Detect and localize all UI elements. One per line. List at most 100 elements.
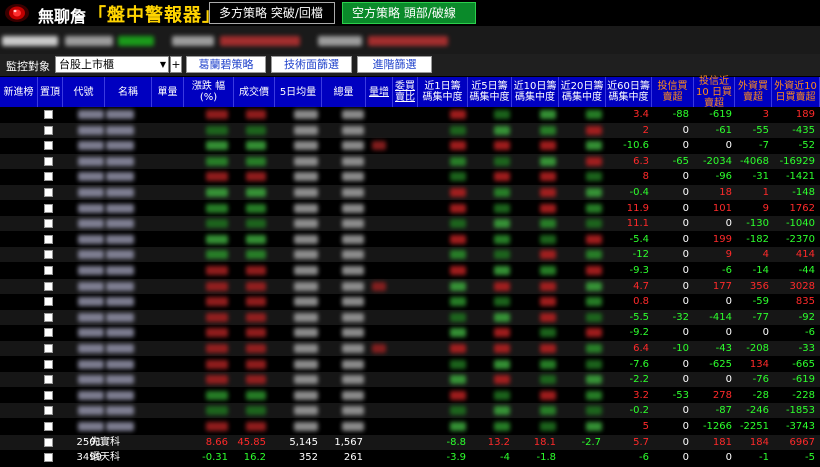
add-market-button[interactable]: + bbox=[170, 56, 182, 73]
pin-checkbox[interactable] bbox=[44, 328, 53, 338]
foreign-10d-net-buy: -92 bbox=[798, 311, 815, 323]
pin-checkbox[interactable] bbox=[44, 125, 53, 135]
pin-checkbox[interactable] bbox=[44, 390, 53, 400]
short-strategy-button[interactable]: 空方策略 頭部/破線 bbox=[342, 2, 476, 24]
foreign-10d-net-buy: -1421 bbox=[785, 171, 815, 183]
column-header[interactable]: 5日均量 bbox=[275, 77, 322, 107]
foreign-10d-net-buy: -665 bbox=[792, 358, 815, 370]
column-header[interactable]: 總量 bbox=[322, 77, 366, 107]
blurred-cell bbox=[494, 203, 510, 213]
table-row[interactable]: -10.6 0 0 -7 -52 bbox=[0, 138, 820, 153]
table-row[interactable]: 4.7 0 177 356 3028 bbox=[0, 278, 820, 294]
column-header[interactable]: 近20日籌 碼集中度 bbox=[559, 77, 606, 107]
table-row[interactable]: 3499 環天科 -0.31 16.2 352 261 -3.9 -4 -1.8 -6 0 0 -1 -5 bbox=[0, 450, 820, 465]
pin-checkbox[interactable] bbox=[44, 234, 53, 244]
blurred-cell bbox=[342, 297, 364, 307]
table-row[interactable]: 11.9 0 101 9 1762 bbox=[0, 201, 820, 216]
table-row[interactable]: 8 0 -96 -31 -1421 bbox=[0, 169, 820, 184]
pin-checkbox[interactable] bbox=[44, 172, 53, 182]
table-row[interactable]: -0.4 0 18 1 -148 bbox=[0, 185, 820, 200]
trust-10d-net-buy: -96 bbox=[715, 171, 732, 183]
pin-checkbox[interactable] bbox=[44, 203, 53, 213]
table-row[interactable]: 11.1 0 0 -130 -1040 bbox=[0, 216, 820, 232]
monitor-label: 監控對象 bbox=[6, 60, 50, 73]
blurred-cell bbox=[246, 172, 266, 182]
chip-1d: -3.9 bbox=[446, 452, 466, 464]
column-header[interactable]: 投信近10 日買賣超 bbox=[694, 76, 735, 109]
pin-checkbox[interactable] bbox=[44, 406, 53, 416]
column-header[interactable]: 近10日籌 碼集中度 bbox=[512, 77, 559, 107]
pin-checkbox[interactable] bbox=[44, 359, 53, 369]
chip-60d: 5 bbox=[642, 421, 649, 432]
column-header[interactable]: 量增 bbox=[366, 77, 393, 107]
column-header[interactable]: 近1日籌 碼集中度 bbox=[418, 77, 468, 107]
trust-10d-net-buy: 177 bbox=[712, 280, 732, 292]
blurred-cell bbox=[540, 390, 556, 400]
table-row[interactable]: 0.8 0 0 -59 835 bbox=[0, 294, 820, 309]
chip-60d: 11.1 bbox=[626, 218, 649, 230]
pin-checkbox[interactable] bbox=[44, 297, 53, 307]
foreign-10d-net-buy: -619 bbox=[792, 374, 815, 386]
pin-checkbox[interactable] bbox=[44, 219, 53, 229]
pin-checkbox[interactable] bbox=[44, 422, 53, 431]
table-row[interactable]: 2 0 -61 -55 -435 bbox=[0, 122, 820, 138]
blurred-cell bbox=[342, 266, 364, 275]
table-row[interactable]: 2501 先實科 8.66 45.85 5,145 1,567 -8.8 13.2 18.1 -2… bbox=[0, 434, 820, 450]
table-row[interactable]: 3.2 -53 278 -28 -228 bbox=[0, 388, 820, 403]
column-header[interactable]: 近5日籌 碼集中度 bbox=[468, 77, 512, 107]
long-strategy-button[interactable]: 多方策略 突破/回檔 bbox=[209, 2, 335, 24]
pin-checkbox[interactable] bbox=[44, 344, 53, 353]
column-header[interactable]: 投信買 賣超 bbox=[652, 77, 694, 107]
table-row[interactable]: 6.4 -10 -43 -208 -33 bbox=[0, 341, 820, 356]
pin-checkbox[interactable] bbox=[44, 375, 53, 385]
table-row[interactable]: 3.4 -88 -619 3 189 bbox=[0, 107, 820, 122]
blurred-cell bbox=[586, 328, 602, 338]
granville-strategy-button[interactable]: 葛蘭碧策略 bbox=[186, 56, 266, 73]
table-row[interactable]: -9.2 0 0 0 -6 bbox=[0, 325, 820, 340]
column-header[interactable]: 外資買 賣超 bbox=[735, 77, 772, 107]
foreign-net-buy: 356 bbox=[749, 280, 769, 292]
pin-checkbox[interactable] bbox=[44, 250, 53, 260]
column-header[interactable]: 名稱 bbox=[105, 77, 152, 107]
blurred-cell bbox=[246, 359, 266, 369]
table-row[interactable]: -0.2 0 -87 -246 -1853 bbox=[0, 403, 820, 419]
column-header[interactable]: 代號 bbox=[63, 77, 105, 107]
pin-checkbox[interactable] bbox=[44, 188, 53, 197]
column-header[interactable]: 外資近10 日買賣超 bbox=[772, 77, 820, 107]
column-header[interactable]: 置頂 bbox=[38, 77, 63, 107]
table-row[interactable]: -2.2 0 0 -76 -619 bbox=[0, 372, 820, 388]
foreign-net-buy: 184 bbox=[749, 436, 769, 448]
pin-checkbox[interactable] bbox=[44, 156, 53, 166]
pin-checkbox[interactable] bbox=[44, 266, 53, 275]
pin-checkbox[interactable] bbox=[44, 437, 53, 447]
blurred-cell bbox=[78, 375, 104, 385]
table-row[interactable]: -5.5 -32 -414 -77 -92 bbox=[0, 309, 820, 325]
table-row[interactable]: 6.3 -65 -2034 -4068 -16929 bbox=[0, 153, 820, 169]
technical-filter-button[interactable]: 技術面篩選 bbox=[271, 56, 352, 73]
blurred-cell bbox=[294, 110, 318, 119]
table-row[interactable]: -5.4 0 199 -182 -2370 bbox=[0, 232, 820, 247]
table-row[interactable]: 5 0 -1266 -2251 -3743 bbox=[0, 419, 820, 434]
table-row[interactable]: -7.6 0 -625 134 -665 bbox=[0, 357, 820, 372]
chip-60d: -5.5 bbox=[629, 311, 649, 323]
table-row[interactable]: -12 0 9 4 414 bbox=[0, 247, 820, 263]
column-header[interactable]: 近60日籌 碼集中度 bbox=[606, 77, 652, 107]
pin-checkbox[interactable] bbox=[44, 281, 53, 291]
market-select[interactable]: 台股上市櫃 ▼ bbox=[55, 56, 169, 73]
table-row[interactable]: -9.3 0 -6 -14 -44 bbox=[0, 263, 820, 278]
column-header[interactable]: 新進榜 bbox=[0, 77, 38, 107]
foreign-net-buy: -14 bbox=[752, 265, 769, 276]
trade-price: 16.2 bbox=[243, 452, 266, 464]
column-header[interactable]: 漲跌 幅 (%) bbox=[184, 77, 234, 107]
trust-net-buy: 0 bbox=[682, 171, 689, 183]
column-header[interactable]: 單量 bbox=[152, 77, 184, 107]
pin-checkbox[interactable] bbox=[44, 312, 53, 322]
advanced-filter-button[interactable]: 進階篩選 bbox=[357, 56, 432, 73]
pin-checkbox[interactable] bbox=[44, 141, 53, 151]
blurred-cell bbox=[206, 297, 228, 307]
pin-checkbox[interactable] bbox=[44, 453, 53, 463]
pin-checkbox[interactable] bbox=[44, 110, 53, 119]
column-header[interactable]: 成交價 bbox=[234, 77, 275, 107]
blurred-cell bbox=[450, 328, 466, 338]
column-header[interactable]: 委買 賣比 bbox=[393, 77, 418, 107]
